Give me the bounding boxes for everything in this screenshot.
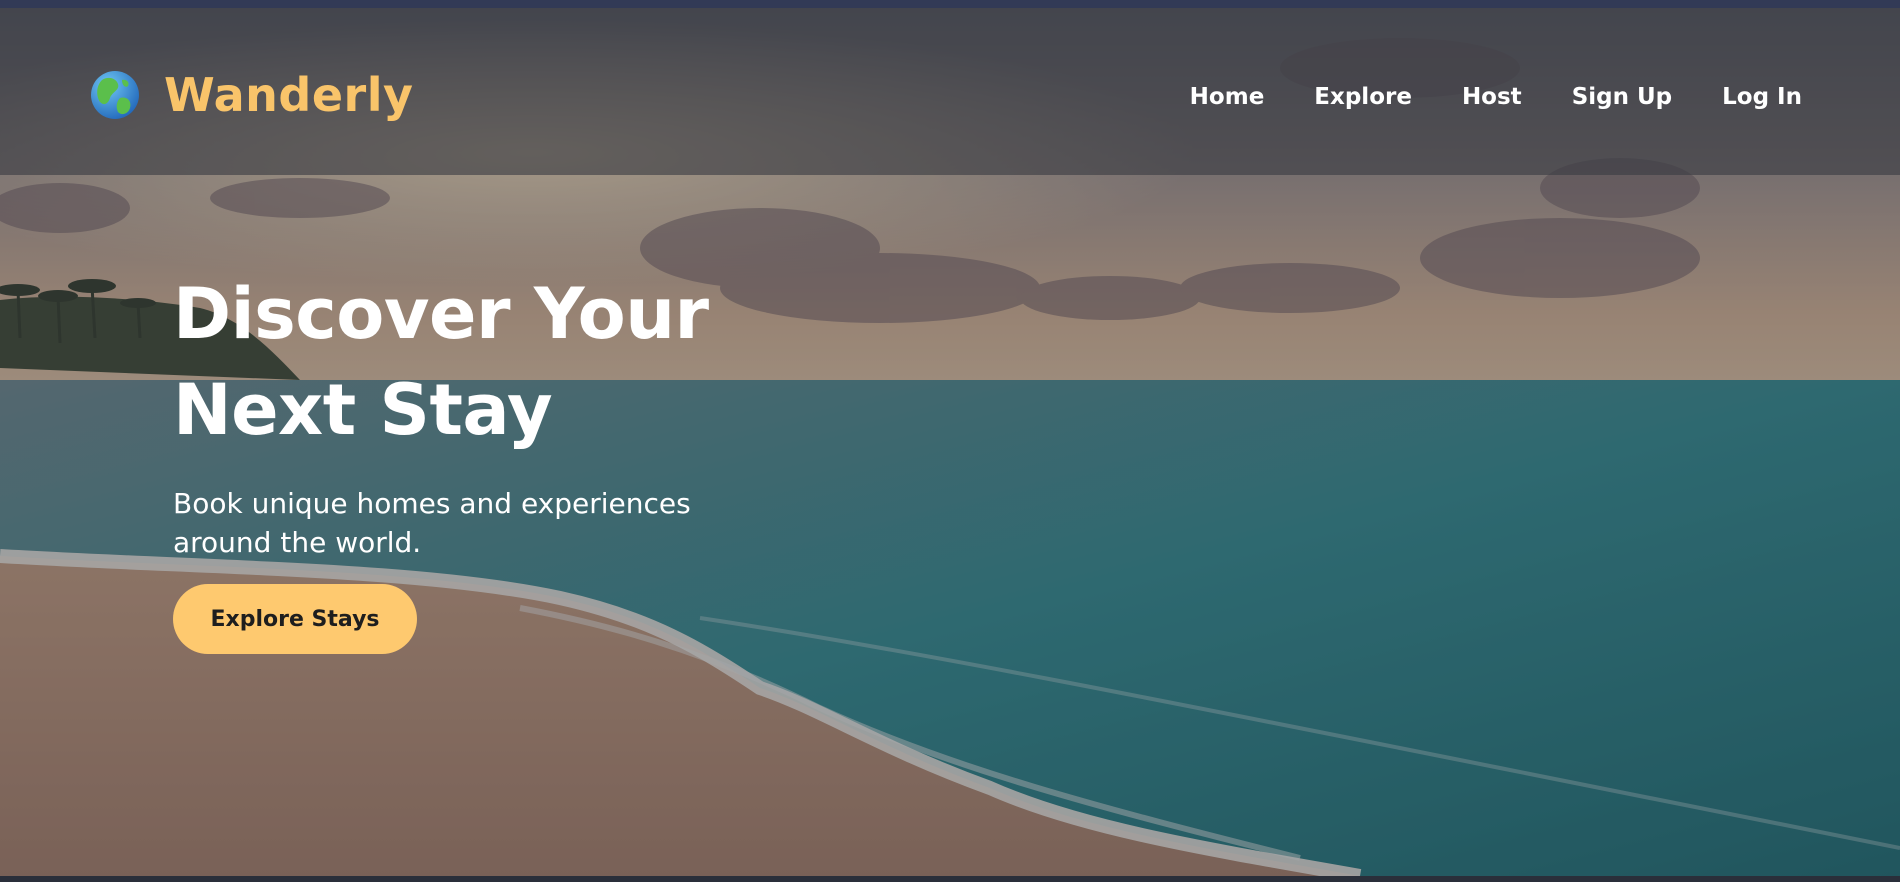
nav-links: Home Explore Host Sign Up Log In [1190,84,1802,110]
nav-login-link[interactable]: Log In [1722,84,1802,110]
globe-icon [91,71,139,119]
nav-host-link[interactable]: Host [1462,84,1522,110]
hero-title: Discover Your Next Stay [173,266,833,458]
nav-explore-link[interactable]: Explore [1314,84,1412,110]
bottom-edge [0,876,1900,882]
nav-signup-link[interactable]: Sign Up [1572,84,1672,110]
hero-content: Discover Your Next Stay Book unique home… [173,266,833,654]
navbar: Wanderly Home Explore Host Sign Up Log I… [0,8,1900,175]
explore-stays-button[interactable]: Explore Stays [173,584,417,654]
hero-section: Wanderly Home Explore Host Sign Up Log I… [0,8,1900,876]
hero-title-line-1: Discover Your [173,273,709,355]
nav-home-link[interactable]: Home [1190,84,1265,110]
brand-name: Wanderly [164,68,414,122]
top-edge [0,0,1900,8]
hero-title-line-2: Next Stay [173,369,553,451]
hero-subtitle: Book unique homes and experiences around… [173,487,691,559]
brand-logo[interactable]: Wanderly [90,69,413,121]
